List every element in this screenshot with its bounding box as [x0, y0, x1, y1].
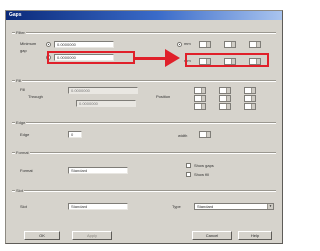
gaps-dialog: Gaps Filter Minimum gap 0.0000000 0.0000…: [5, 10, 283, 244]
slot-type-label: Type: [172, 204, 181, 209]
fill-input-1[interactable]: 0.0000000: [68, 87, 138, 94]
fill-input-2[interactable]: 0.0000000: [76, 100, 136, 107]
cancel-button[interactable]: Cancel: [192, 231, 232, 240]
format-option-1-checkbox[interactable]: [186, 163, 191, 168]
format-option-2-checkbox[interactable]: [186, 172, 191, 177]
fill-position-label: Position: [156, 94, 171, 99]
highlight-arrow-head: [165, 49, 180, 67]
fill-group: Fill: [12, 78, 276, 118]
format-input[interactable]: Standard: [68, 167, 128, 174]
slot-group-label: Slot: [15, 188, 24, 193]
highlight-arrow-line: [135, 57, 167, 60]
help-button[interactable]: Help: [238, 231, 272, 240]
format-option-1-label: Show gaps: [194, 163, 214, 168]
filter-min-input[interactable]: 0.0000000: [54, 41, 114, 48]
format-group: Format: [12, 150, 276, 188]
fill-spin-2c[interactable]: [244, 95, 256, 102]
slot-label: Slot: [20, 204, 27, 209]
fill-spin-3b[interactable]: [219, 103, 231, 110]
fill-group-label: Fill: [15, 78, 23, 83]
apply-button[interactable]: Apply: [72, 231, 112, 240]
format-option-2-label: Show fill: [194, 172, 209, 177]
edge-width-spin[interactable]: [199, 131, 211, 138]
fill-spin-1c[interactable]: [244, 87, 256, 94]
fill-label-1: Fill: [20, 87, 26, 92]
fill-spin-1b[interactable]: [219, 87, 231, 94]
edge-width-label: width: [178, 133, 188, 138]
window-title: Gaps: [9, 12, 22, 18]
format-label: Format: [20, 168, 33, 173]
fill-spin-3a[interactable]: [194, 103, 206, 110]
fill-spin-1a[interactable]: [194, 87, 206, 94]
filter-side-label: gap: [20, 48, 27, 53]
format-group-label: Format: [15, 150, 30, 155]
highlight-source-box: [47, 51, 135, 64]
title-bar: Gaps: [6, 11, 282, 20]
edge-group: Edge: [12, 120, 276, 148]
filter-min-radio[interactable]: [46, 42, 51, 47]
filter-group-label: Filter: [15, 30, 26, 35]
fill-spin-2a[interactable]: [194, 95, 206, 102]
filter-spin-1c[interactable]: [249, 41, 261, 48]
slot-type-select[interactable]: Standard ▼: [194, 203, 274, 210]
filter-unit-radio-1[interactable]: [177, 42, 182, 47]
edge-input[interactable]: 0: [68, 131, 82, 138]
fill-spin-2b[interactable]: [219, 95, 231, 102]
fill-label-2: Through: [28, 94, 43, 99]
slot-input[interactable]: Standard: [68, 203, 128, 210]
filter-unit-label-1: mm: [184, 41, 191, 46]
fill-spin-3c[interactable]: [244, 103, 256, 110]
edge-group-label: Edge: [15, 120, 27, 125]
ok-button[interactable]: OK: [24, 231, 60, 240]
slot-type-value: Standard: [197, 204, 214, 209]
filter-spin-1b[interactable]: [224, 41, 236, 48]
filter-spin-1a[interactable]: [199, 41, 211, 48]
edge-label: Edge: [20, 132, 30, 137]
filter-row1-label: Minimum: [20, 41, 37, 46]
highlight-target-box: [185, 53, 269, 67]
chevron-down-icon: ▼: [267, 204, 273, 209]
